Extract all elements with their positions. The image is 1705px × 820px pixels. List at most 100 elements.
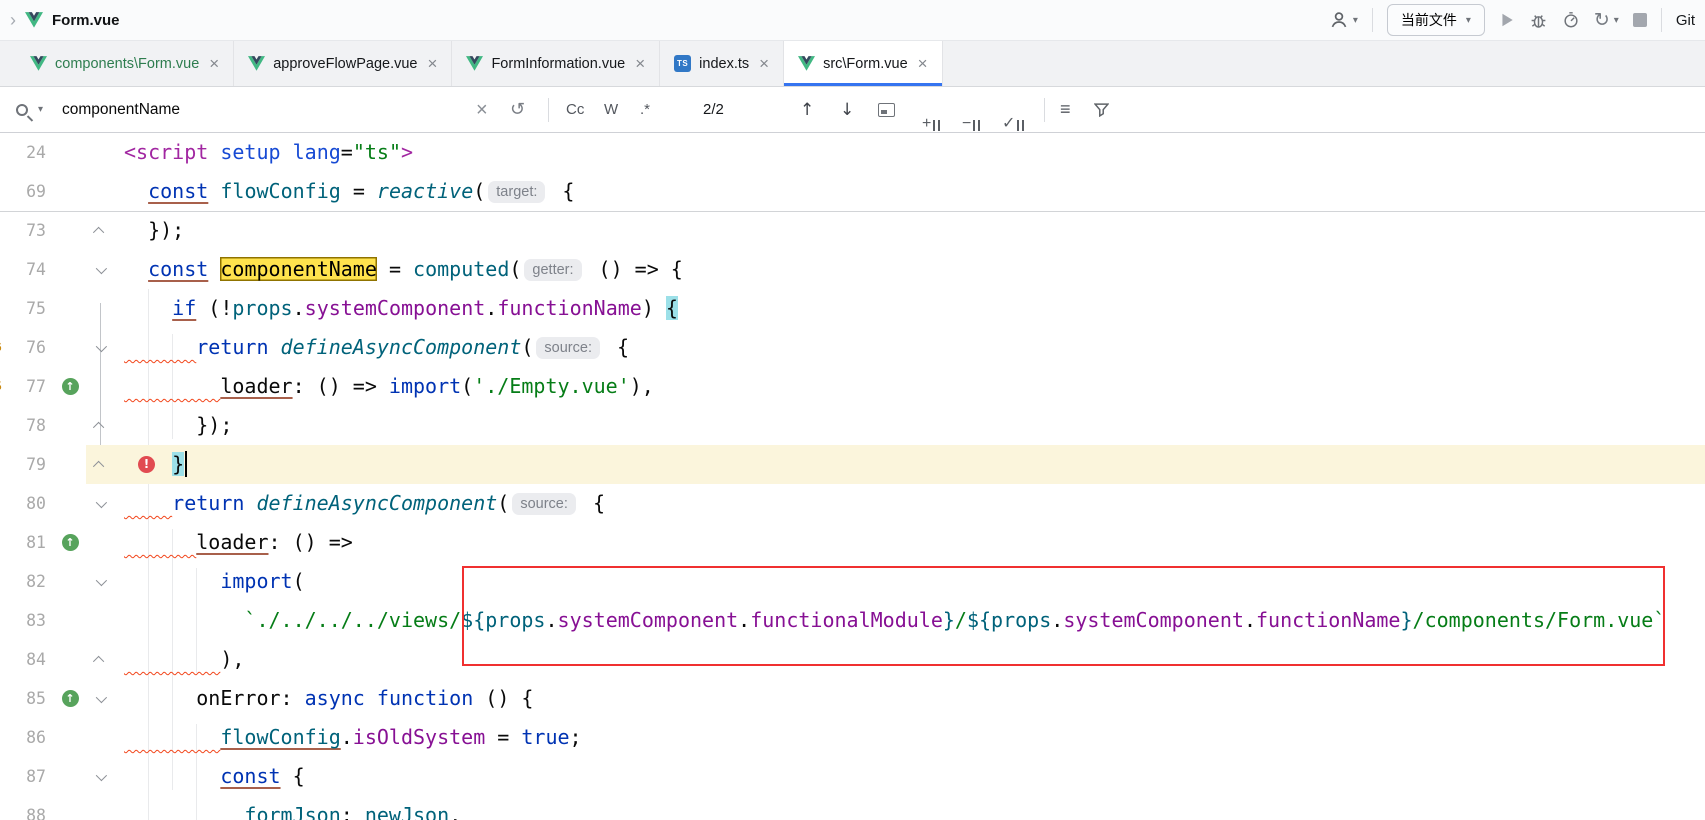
fold-end-icon[interactable] <box>93 460 104 471</box>
gutter-edge-mark <box>0 718 8 757</box>
code-line-88[interactable]: 88 formJson: newJson, <box>0 796 1705 820</box>
code-token: () { <box>473 686 533 710</box>
regex-toggle[interactable]: .* <box>640 87 650 132</box>
fold-collapse-icon[interactable] <box>96 496 107 507</box>
run-button[interactable] <box>1499 12 1515 28</box>
git-widget[interactable]: Git <box>1676 12 1695 29</box>
code-token: = <box>485 725 521 749</box>
close-icon[interactable]: × <box>918 55 928 72</box>
code-line-81[interactable]: 81↑ loader: () => <box>0 523 1705 562</box>
tab-approveflowpage.vue[interactable]: approveFlowPage.vue× <box>234 41 452 86</box>
code-token: isOldSystem <box>353 725 485 749</box>
fold-collapse-icon[interactable] <box>96 574 107 585</box>
fold-collapse-icon[interactable] <box>96 340 107 351</box>
line-number[interactable]: 77 <box>8 367 54 406</box>
search-options-button[interactable] <box>16 87 28 132</box>
line-number[interactable]: 79 <box>8 445 54 484</box>
play-icon <box>1499 12 1515 28</box>
fold-collapse-icon[interactable] <box>96 262 107 273</box>
code-token <box>365 686 377 710</box>
line-number[interactable]: 74 <box>8 250 54 289</box>
line-number[interactable]: 69 <box>8 172 54 211</box>
fold-end-icon[interactable] <box>93 421 104 432</box>
next-match-button[interactable]: ↓ <box>840 87 854 132</box>
code-line-78[interactable]: 78 }); <box>0 406 1705 445</box>
close-icon[interactable]: × <box>635 55 645 72</box>
code-token: = <box>341 179 377 203</box>
code-line-77[interactable]: 577↑ loader: () => import('./Empty.vue')… <box>0 367 1705 406</box>
stop-button[interactable] <box>1633 13 1647 27</box>
code-line-75[interactable]: 75 if (!props.systemComponent.functionNa… <box>0 289 1705 328</box>
green-arrow-gutter-icon[interactable]: ↑ <box>62 690 79 707</box>
code-line-85[interactable]: 85↑ onError: async function () { <box>0 679 1705 718</box>
code-token <box>124 686 196 710</box>
gutter-edge-mark <box>0 250 8 289</box>
close-icon[interactable]: × <box>428 55 438 72</box>
line-number[interactable]: 78 <box>8 406 54 445</box>
code-line-87[interactable]: 87 const { <box>0 757 1705 796</box>
filter-lines-button[interactable]: ≡ <box>1060 87 1071 132</box>
search-input[interactable]: componentName <box>62 87 180 132</box>
search-in-selection-button[interactable] <box>878 87 895 132</box>
code-editor[interactable]: 24<script setup lang="ts">69 const flowC… <box>0 133 1705 820</box>
fold-end-icon[interactable] <box>93 226 104 237</box>
line-number[interactable]: 82 <box>8 562 54 601</box>
previous-match-button[interactable]: ↑ <box>800 87 814 132</box>
line-number[interactable]: 73 <box>8 211 54 250</box>
line-number[interactable]: 87 <box>8 757 54 796</box>
code-line-80[interactable]: 80 return defineAsyncComponent(source: { <box>0 484 1705 523</box>
filter-search-button[interactable] <box>1094 87 1109 132</box>
code-line-79[interactable]: 79 }! <box>0 445 1705 484</box>
code-line-76[interactable]: 676 return defineAsyncComponent(source: … <box>0 328 1705 367</box>
code-token <box>208 257 220 281</box>
select-all-occurrences-button[interactable]: ✓ <box>1002 87 1024 132</box>
gutter-icon-cell <box>54 718 86 757</box>
remove-occurrence-button[interactable]: − <box>962 87 980 132</box>
profiler-button[interactable] <box>1562 11 1580 29</box>
close-icon[interactable]: × <box>759 55 769 72</box>
add-occurrence-button[interactable]: + <box>922 87 940 132</box>
user-profile-button[interactable]: ▾ <box>1329 10 1358 30</box>
error-icon[interactable]: ! <box>138 456 155 473</box>
line-number[interactable]: 83 <box>8 601 54 640</box>
tab-index.ts[interactable]: TSindex.ts× <box>660 41 784 86</box>
line-number[interactable]: 84 <box>8 640 54 679</box>
green-arrow-gutter-icon[interactable]: ↑ <box>62 378 79 395</box>
code-line-86[interactable]: 86 flowConfig.isOldSystem = true; <box>0 718 1705 757</box>
code-token: { <box>581 491 605 515</box>
code-token: { <box>550 179 574 203</box>
clear-search-icon[interactable]: × <box>476 87 488 132</box>
code-line-74[interactable]: 74 const componentName = computed(getter… <box>0 250 1705 289</box>
tab-forminformation.vue[interactable]: FormInformation.vue× <box>452 41 660 86</box>
line-number[interactable]: 81 <box>8 523 54 562</box>
line-number[interactable]: 76 <box>8 328 54 367</box>
fold-collapse-icon[interactable] <box>96 691 107 702</box>
debug-button[interactable] <box>1529 11 1548 30</box>
fold-end-icon[interactable] <box>93 655 104 666</box>
line-number[interactable]: 24 <box>8 133 54 172</box>
search-history-icon[interactable]: ↺ <box>510 87 525 132</box>
green-arrow-gutter-icon[interactable]: ↑ <box>62 534 79 551</box>
tab-components-form.vue[interactable]: components\Form.vue× <box>16 41 234 86</box>
gutter-edge-mark <box>0 406 8 445</box>
line-number[interactable]: 85 <box>8 679 54 718</box>
line-number[interactable]: 75 <box>8 289 54 328</box>
fold-collapse-icon[interactable] <box>96 769 107 780</box>
fold-cell <box>86 289 114 328</box>
code-line-24[interactable]: 24<script setup lang="ts"> <box>0 133 1705 172</box>
rerun-button[interactable]: ↻ ▾ <box>1594 11 1619 30</box>
editor-rows: 24<script setup lang="ts">69 const flowC… <box>0 133 1705 820</box>
line-number[interactable]: 80 <box>8 484 54 523</box>
run-configuration-selector[interactable]: 当前文件 ▾ <box>1387 4 1485 36</box>
close-icon[interactable]: × <box>209 55 219 72</box>
code-token: defineAsyncComponent <box>256 491 497 515</box>
code-line-73[interactable]: 73 }); <box>0 211 1705 250</box>
whole-words-toggle[interactable]: W <box>604 87 618 132</box>
code-line-69[interactable]: 69 const flowConfig = reactive(target: { <box>0 172 1705 211</box>
line-number[interactable]: 88 <box>8 796 54 820</box>
match-case-toggle[interactable]: Cc <box>566 87 584 132</box>
code-token: props <box>232 296 292 320</box>
line-number[interactable]: 86 <box>8 718 54 757</box>
code-token: . <box>293 296 305 320</box>
tab-src-form.vue[interactable]: src\Form.vue× <box>784 41 943 86</box>
